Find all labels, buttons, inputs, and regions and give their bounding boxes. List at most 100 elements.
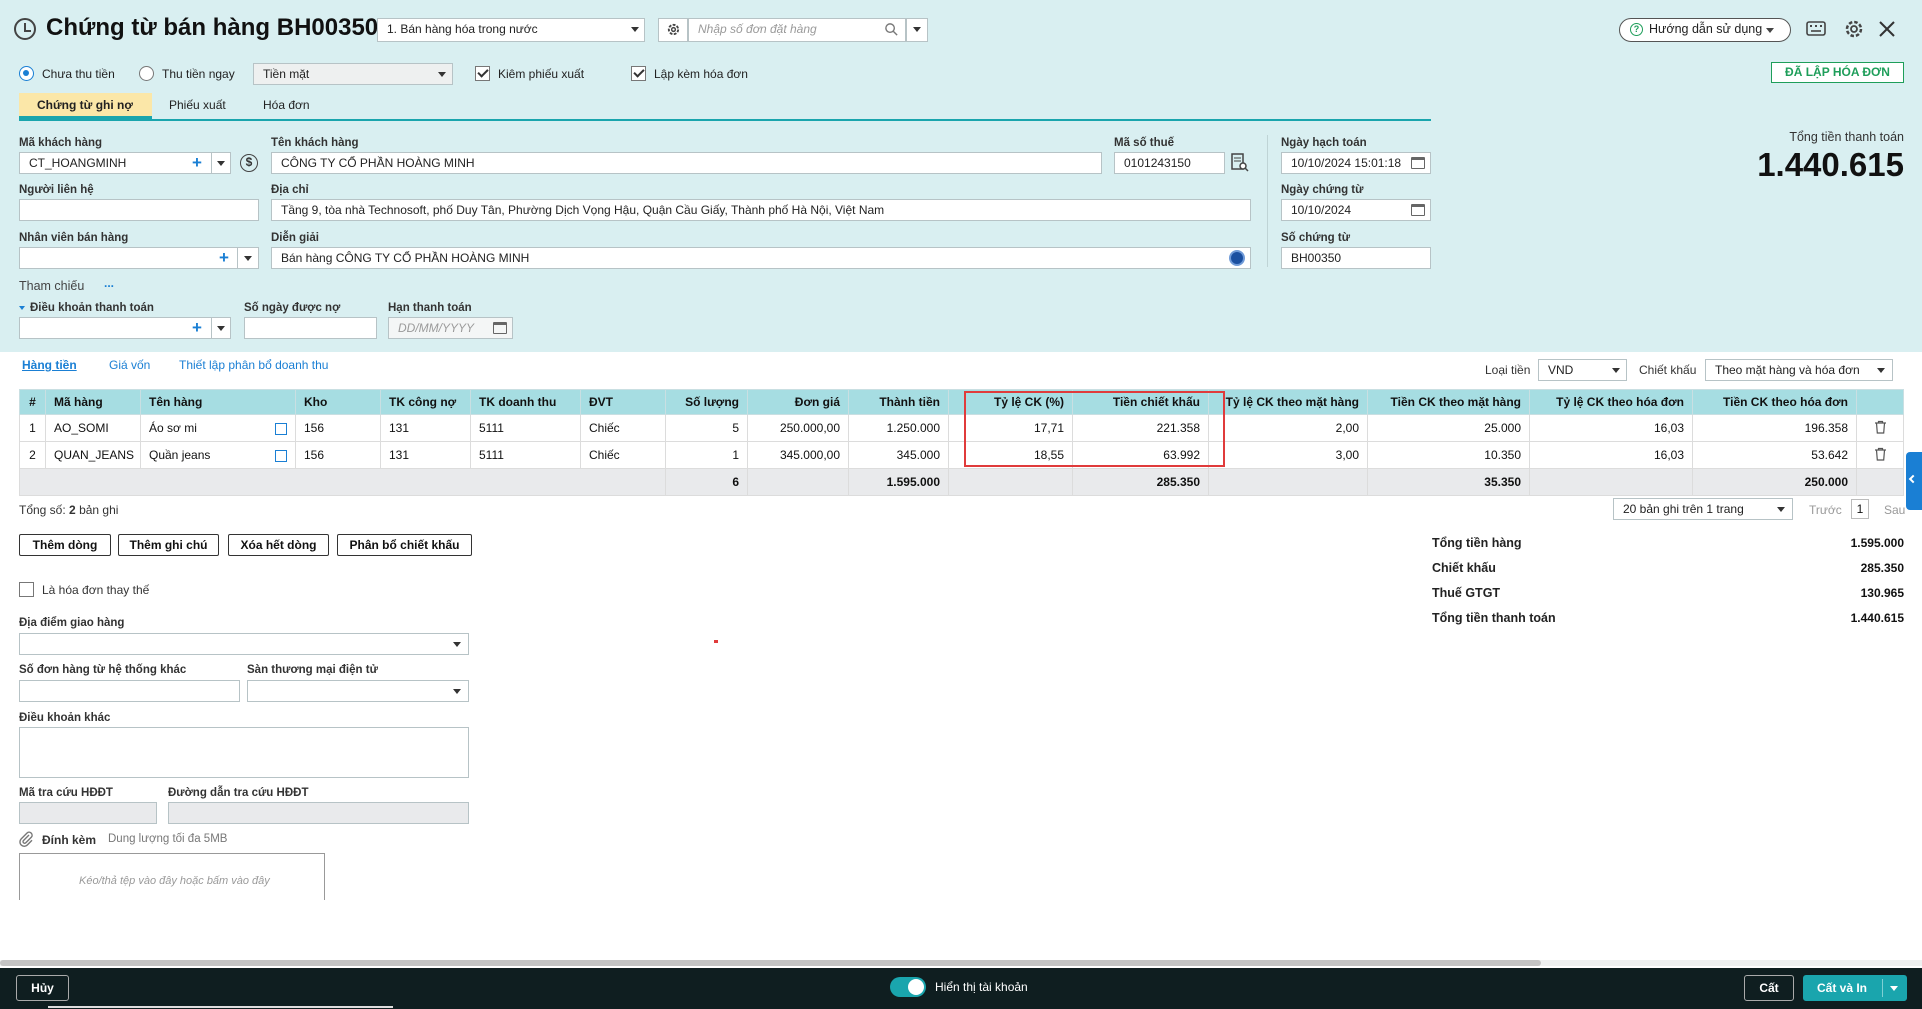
page-number[interactable]: 1 [1851,499,1869,519]
col-debit-account[interactable]: TK công nợ [380,389,471,415]
col-unit[interactable]: ĐVT [580,389,666,415]
calendar-icon[interactable] [493,322,507,334]
unpaid-radio[interactable] [19,66,34,81]
col-invoice-discount-rate[interactable]: Tỷ lệ CK theo hóa đơn [1529,389,1693,415]
cell-debit-account[interactable]: 131 [380,414,471,442]
cell-item-code[interactable]: QUAN_JEANS [45,441,141,469]
settings-gear-icon[interactable] [1843,18,1865,40]
voucher-no-input[interactable]: BH00350 [1281,247,1431,269]
cell-item-code[interactable]: AO_SOMI [45,414,141,442]
cell-warehouse[interactable]: 156 [295,441,381,469]
cell-amount[interactable]: 1.250.000 [848,414,949,442]
tab-invoice[interactable]: Hóa đơn [263,98,310,112]
debt-days-input[interactable] [244,317,377,339]
col-unit-price[interactable]: Đơn giá [747,389,849,415]
ecommerce-select[interactable] [247,680,469,702]
tax-lookup-icon[interactable] [1231,153,1249,172]
cell-unit[interactable]: Chiếc [580,414,666,442]
col-amount[interactable]: Thành tiền [848,389,949,415]
tax-code-input[interactable]: 0101243150 [1114,152,1225,174]
table-row[interactable]: 1 AO_SOMI Áo sơ mi 156 131 5111 Chiếc 5 … [19,414,1904,442]
cell-unit-price[interactable]: 345.000,00 [747,441,849,469]
replace-invoice-checkbox[interactable] [19,582,34,597]
translate-icon[interactable] [1229,250,1245,266]
other-order-input[interactable] [19,680,240,702]
page-size-select[interactable]: 20 bản ghi trên 1 trang [1613,498,1793,520]
cancel-button[interactable]: Hủy [16,975,69,1001]
cell-invoice-discount-rate[interactable]: 16,03 [1529,414,1693,442]
close-icon[interactable] [1878,20,1896,38]
cell-delete[interactable] [1856,414,1904,442]
voucher-date-input[interactable]: 10/10/2024 [1281,199,1431,221]
subtab-cost[interactable]: Giá vốn [109,358,150,372]
search-icon[interactable] [884,22,899,37]
note-input[interactable]: Bán hàng CÔNG TY CỔ PHẦN HOÀNG MINH [271,247,1251,269]
delete-all-rows-button[interactable]: Xóa hết dòng [228,534,329,556]
cell-unit-price[interactable]: 250.000,00 [747,414,849,442]
cell-invoice-discount-rate[interactable]: 16,03 [1529,441,1693,469]
show-account-toggle[interactable] [890,977,926,997]
cell-revenue-account[interactable]: 5111 [470,441,581,469]
cell-revenue-account[interactable]: 5111 [470,414,581,442]
chevron-down-icon[interactable] [1890,986,1898,991]
col-item-discount-amount[interactable]: Tiền CK theo mặt hàng [1367,389,1530,415]
export-note-checkbox[interactable] [475,66,490,81]
save-button[interactable]: Cất [1744,975,1794,1001]
cell-item-discount-amount[interactable]: 25.000 [1367,414,1530,442]
item-detail-icon[interactable] [275,450,287,462]
calendar-icon[interactable] [1411,157,1425,169]
trash-icon[interactable] [1874,420,1887,434]
cell-debit-account[interactable]: 131 [380,441,471,469]
col-item-discount-rate[interactable]: Tỷ lệ CK theo mặt hàng [1208,389,1368,415]
cell-item-name[interactable]: Áo sơ mi [140,414,296,442]
cell-warehouse[interactable]: 156 [295,414,381,442]
col-revenue-account[interactable]: TK doanh thu [470,389,581,415]
other-terms-textarea[interactable] [19,727,469,778]
keyboard-icon[interactable] [1806,20,1826,38]
cell-delete[interactable] [1856,441,1904,469]
posting-date-input[interactable]: 10/10/2024 15:01:18 [1281,152,1431,174]
chevron-down-icon[interactable] [217,161,225,166]
scrollbar-thumb[interactable] [0,960,1541,966]
order-search-input[interactable]: Nhập số đơn đặt hàng [688,18,906,42]
cell-amount[interactable]: 345.000 [848,441,949,469]
delivery-select[interactable] [19,633,469,655]
add-customer-icon[interactable]: + [192,154,202,171]
cell-invoice-discount-amount[interactable]: 53.642 [1692,441,1857,469]
with-invoice-checkbox[interactable] [631,66,646,81]
tab-export-slip[interactable]: Phiếu xuất [169,98,226,112]
lookup-code-input[interactable] [19,802,157,824]
cell-unit[interactable]: Chiếc [580,441,666,469]
sale-type-select[interactable]: 1. Bán hàng hóa trong nước [377,18,645,42]
prev-page-button[interactable]: Trước [1809,503,1842,517]
cell-item-discount-rate[interactable]: 3,00 [1208,441,1368,469]
cell-item-discount-amount[interactable]: 10.350 [1367,441,1530,469]
payment-method-select[interactable]: Tiền mặt [253,63,453,85]
cell-item-discount-rate[interactable]: 2,00 [1208,414,1368,442]
history-icon[interactable] [14,18,36,40]
discount-mode-select[interactable]: Theo mặt hàng và hóa đơn [1705,359,1893,381]
cell-item-name[interactable]: Quần jeans [140,441,296,469]
address-input[interactable]: Tầng 9, tòa nhà Technosoft, phố Duy Tân,… [271,199,1251,221]
allocate-discount-button[interactable]: Phân bổ chiết khấu [337,534,472,556]
subtab-goods[interactable]: Hàng tiền [22,358,77,372]
customer-name-input[interactable]: CÔNG TY CỔ PHẦN HOÀNG MINH [271,152,1102,174]
chevron-down-icon[interactable] [217,326,225,331]
col-index[interactable]: # [19,389,46,415]
subtab-revenue-allocation[interactable]: Thiết lập phân bổ doanh thu [179,358,328,372]
col-invoice-discount-amount[interactable]: Tiền CK theo hóa đơn [1692,389,1857,415]
item-detail-icon[interactable] [275,423,287,435]
add-row-button[interactable]: Thêm dòng [19,534,111,556]
add-terms-icon[interactable]: + [192,319,202,336]
paid-now-radio[interactable] [139,66,154,81]
contact-input[interactable] [19,199,259,221]
col-item-code[interactable]: Mã hàng [45,389,141,415]
col-warehouse[interactable]: Kho [295,389,381,415]
chevron-down-icon[interactable] [244,256,252,261]
chevron-down-icon[interactable] [631,27,639,32]
cell-quantity[interactable]: 5 [665,414,748,442]
trash-icon[interactable] [1874,447,1887,461]
lookup-url-input[interactable] [168,802,469,824]
col-quantity[interactable]: Số lượng [665,389,748,415]
add-note-button[interactable]: Thêm ghi chú [118,534,219,556]
